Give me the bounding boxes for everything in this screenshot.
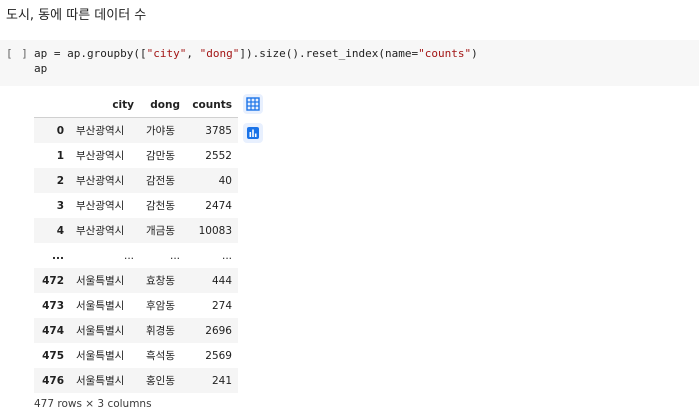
cell-counts: 2569 <box>205 349 232 362</box>
cell-dong: ... <box>169 249 180 262</box>
cell-city: 서울특별시 <box>76 300 125 312</box>
run-cell-button[interactable]: [ ] <box>6 47 29 60</box>
cell-counts: 2552 <box>205 149 232 162</box>
code-cell[interactable]: [ ] ap = ap.groupby(["city", "dong"]).si… <box>0 40 699 86</box>
cell-counts: 274 <box>211 299 232 312</box>
bar-chart-icon[interactable] <box>243 123 263 143</box>
row-index: 474 <box>42 324 64 337</box>
row-index: ... <box>52 249 64 262</box>
row-index: 2 <box>56 174 64 187</box>
cell-city: 부산광역시 <box>76 125 125 137</box>
cell-city: 서울특별시 <box>76 275 125 287</box>
cell-city: 부산광역시 <box>76 175 125 187</box>
column-header-city: city <box>112 98 134 111</box>
cell-city: 부산광역시 <box>76 225 125 237</box>
cell-city: 서울특별시 <box>76 325 125 337</box>
table-row: 472 서울특별시 효창동 444 <box>34 268 238 293</box>
row-index: 0 <box>56 124 64 137</box>
code-editor[interactable]: ap = ap.groupby(["city", "dong"]).size()… <box>34 46 478 76</box>
cell-counts: 241 <box>211 374 232 387</box>
cell-counts: 2696 <box>205 324 232 337</box>
row-index: 3 <box>56 199 64 212</box>
cell-city: 부산광역시 <box>76 150 125 162</box>
table-row: 1 부산광역시 감만동 2552 <box>34 143 238 168</box>
table-row: 0 부산광역시 가야동 3785 <box>34 117 238 143</box>
row-index: 476 <box>42 374 64 387</box>
code-token: , <box>186 47 200 60</box>
table-row: 2 부산광역시 감전동 40 <box>34 168 238 193</box>
table-row: 4 부산광역시 개금동 10083 <box>34 218 238 243</box>
index-header <box>34 92 70 118</box>
cell-output: city dong counts 0 부산광역시 가야동 3785 1 부산광역시 감만동… <box>34 92 238 393</box>
column-header-counts: counts <box>192 98 232 111</box>
code-string: "city" <box>146 47 187 60</box>
row-index: 475 <box>42 349 64 362</box>
table-row-ellipsis: ............ <box>34 243 238 268</box>
cell-dong: 휘경동 <box>146 325 175 337</box>
table-header-row: city dong counts <box>34 92 238 118</box>
cell-city: 부산광역시 <box>76 200 125 212</box>
cell-counts: 2474 <box>205 199 232 212</box>
bar-chart-icon-svg <box>247 127 259 139</box>
dataframe-table: city dong counts 0 부산광역시 가야동 3785 1 부산광역시 감만동… <box>34 92 238 393</box>
table-row: 473 서울특별시 후암동 274 <box>34 293 238 318</box>
cell-counts: 3785 <box>205 124 232 137</box>
cell-dong: 홍인동 <box>146 375 175 387</box>
cell-counts: ... <box>221 249 232 262</box>
table-row: 475 서울특별시 흑석동 2569 <box>34 343 238 368</box>
cell-city: ... <box>123 249 134 262</box>
cell-dong: 감전동 <box>146 175 175 187</box>
cell-counts: 10083 <box>198 224 232 237</box>
cell-dong: 후암동 <box>146 300 175 312</box>
cell-dong: 효창동 <box>146 275 175 287</box>
row-index: 473 <box>42 299 64 312</box>
cell-dong: 흑석동 <box>146 350 175 362</box>
cell-counts: 40 <box>218 174 232 187</box>
cell-dong: 감천동 <box>146 200 175 212</box>
cell-dong: 개금동 <box>146 225 175 237</box>
row-index: 472 <box>42 274 64 287</box>
table-grid-icon[interactable] <box>243 94 263 114</box>
cell-city: 서울특별시 <box>76 375 125 387</box>
column-header-dong: dong <box>150 98 180 111</box>
cell-city: 서울특별시 <box>76 350 125 362</box>
row-index: 4 <box>56 224 64 237</box>
cell-dong: 가야동 <box>146 125 175 137</box>
section-heading: 도시, 동에 따른 데이터 수 <box>6 8 147 23</box>
table-row: 474 서울특별시 휘경동 2696 <box>34 318 238 343</box>
table-row: 3 부산광역시 감천동 2474 <box>34 193 238 218</box>
code-token: ap <box>34 62 48 75</box>
row-index: 1 <box>56 149 64 162</box>
code-token: ) <box>471 47 478 60</box>
table-row: 476 서울특별시 홍인동 241 <box>34 368 238 393</box>
code-token: ]).size().reset_index(name= <box>239 47 419 60</box>
cell-counts: 444 <box>211 274 232 287</box>
cell-dong: 감만동 <box>146 150 175 162</box>
dataframe-shape-note: 477 rows × 3 columns <box>34 398 152 410</box>
code-token: ap = ap.groupby([ <box>34 47 147 60</box>
code-string: "counts" <box>418 47 472 60</box>
table-grid-icon-svg <box>246 97 260 111</box>
code-string: "dong" <box>199 47 240 60</box>
